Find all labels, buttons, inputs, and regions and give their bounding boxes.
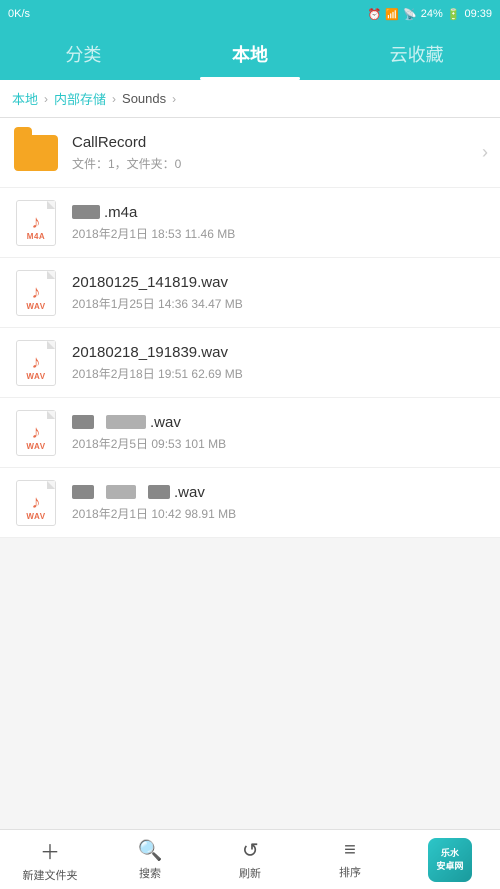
- bottom-bar: ＋ 新建文件夹 🔍 搜索 ↻ 刷新 ≡ 排序 乐水安卓网: [0, 829, 500, 889]
- file-name: .wav: [72, 414, 488, 431]
- file-meta: 2018年2月1日 10:42 98.91 MB: [72, 505, 488, 522]
- breadcrumb-sep-2: ›: [112, 92, 116, 106]
- audio-icon-wrap: ♪ WAV: [12, 409, 60, 457]
- file-list: CallRecord 文件：1，文件夹：0 › ♪ M4A .m4a 2018年…: [0, 118, 500, 829]
- file-info: 20180125_141819.wav 2018年1月25日 14:36 34.…: [72, 274, 488, 312]
- censored-block-c: [148, 485, 170, 499]
- file-meta: 2018年2月18日 19:51 62.69 MB: [72, 365, 488, 382]
- new-folder-button[interactable]: ＋ 新建文件夹: [0, 836, 100, 883]
- ext-label: WAV: [17, 512, 55, 521]
- search-label: 搜索: [139, 865, 161, 881]
- file-info: .wav 2018年2月1日 10:42 98.91 MB: [72, 484, 488, 522]
- audio-file-icon: ♪ WAV: [16, 410, 56, 456]
- audio-icon-wrap: ♪ M4A: [12, 199, 60, 247]
- new-folder-label: 新建文件夹: [23, 867, 78, 883]
- ext-label: WAV: [17, 372, 55, 381]
- breadcrumb-internal[interactable]: 内部存储: [54, 89, 106, 108]
- battery-icon: 🔋: [447, 8, 461, 21]
- sort-icon: ≡: [344, 839, 356, 862]
- music-note-icon: ♪: [32, 282, 41, 303]
- refresh-label: 刷新: [239, 865, 261, 881]
- breadcrumb-sounds: Sounds: [122, 91, 166, 106]
- corner-fold: [47, 341, 55, 349]
- censored-block-a: [72, 485, 94, 499]
- censored-block-1: [72, 415, 94, 429]
- audio-file-icon: ♪ WAV: [16, 340, 56, 386]
- tab-yunshoucang[interactable]: 云收藏: [333, 28, 500, 80]
- file-info: .wav 2018年2月5日 09:53 101 MB: [72, 414, 488, 452]
- file-info: .m4a 2018年2月1日 18:53 11.46 MB: [72, 204, 488, 242]
- file-meta: 文件：1，文件夹：0: [72, 155, 474, 172]
- ext-label: WAV: [17, 302, 55, 311]
- folder-icon-wrap: [12, 129, 60, 177]
- app-logo: 乐水安卓网: [428, 838, 472, 882]
- corner-fold: [47, 411, 55, 419]
- audio-icon-wrap: ♪ WAV: [12, 269, 60, 317]
- file-name: .wav: [72, 484, 488, 501]
- file-info: CallRecord 文件：1，文件夹：0: [72, 134, 474, 172]
- file-name-suffix: .wav: [174, 484, 205, 501]
- audio-file-icon: ♪ M4A: [16, 200, 56, 246]
- file-name-suffix: .wav: [150, 414, 181, 431]
- breadcrumb-local[interactable]: 本地: [12, 89, 38, 108]
- file-info: 20180218_191839.wav 2018年2月18日 19:51 62.…: [72, 344, 488, 382]
- sort-button[interactable]: ≡ 排序: [300, 839, 400, 880]
- status-left-text: 0K/s: [8, 8, 30, 20]
- sort-label: 排序: [339, 864, 361, 880]
- music-note-icon: ♪: [32, 352, 41, 373]
- list-item[interactable]: ♪ WAV 20180218_191839.wav 2018年2月18日 19:…: [0, 328, 500, 398]
- music-note-icon: ♪: [32, 492, 41, 513]
- music-note-icon: ♪: [32, 212, 41, 233]
- list-item[interactable]: ♪ WAV .wav 2018年2月1日 10:42 98.91 MB: [0, 468, 500, 538]
- refresh-button[interactable]: ↻ 刷新: [200, 838, 300, 881]
- breadcrumb-sep-1: ›: [44, 92, 48, 106]
- corner-fold: [47, 271, 55, 279]
- breadcrumb-sep-3: ›: [172, 92, 176, 106]
- signal-icon: 📡: [403, 8, 417, 21]
- censored-block: [72, 205, 100, 219]
- list-item[interactable]: CallRecord 文件：1，文件夹：0 ›: [0, 118, 500, 188]
- file-meta: 2018年1月25日 14:36 34.47 MB: [72, 295, 488, 312]
- audio-icon-wrap: ♪ WAV: [12, 339, 60, 387]
- tab-bendi[interactable]: 本地: [167, 28, 334, 80]
- file-name: 20180218_191839.wav: [72, 344, 488, 361]
- refresh-icon: ↻: [242, 838, 259, 863]
- censored-block-b: [106, 485, 136, 499]
- time-text: 09:39: [464, 8, 492, 20]
- ext-label: M4A: [17, 232, 55, 241]
- file-meta: 2018年2月5日 09:53 101 MB: [72, 435, 488, 452]
- top-nav: 分类 本地 云收藏: [0, 28, 500, 80]
- list-item[interactable]: ♪ WAV .wav 2018年2月5日 09:53 101 MB: [0, 398, 500, 468]
- wifi-icon: 📶: [385, 8, 399, 21]
- file-name: CallRecord: [72, 134, 474, 151]
- ext-label: WAV: [17, 442, 55, 451]
- file-name: .m4a: [72, 204, 488, 221]
- chevron-right-icon: ›: [482, 142, 488, 163]
- status-bar: 0K/s ⏰ 📶 📡 24% 🔋 09:39: [0, 0, 500, 28]
- battery-text: 24%: [421, 8, 443, 20]
- audio-file-icon: ♪ WAV: [16, 480, 56, 526]
- corner-fold: [47, 201, 55, 209]
- logo-text: 乐水安卓网: [436, 847, 463, 872]
- list-item[interactable]: ♪ M4A .m4a 2018年2月1日 18:53 11.46 MB: [0, 188, 500, 258]
- logo-button[interactable]: 乐水安卓网: [400, 838, 500, 882]
- status-icons: ⏰ 📶 📡 24% 🔋 09:39: [368, 8, 492, 21]
- breadcrumb: 本地 › 内部存储 › Sounds ›: [0, 80, 500, 118]
- tab-fenlei[interactable]: 分类: [0, 28, 167, 80]
- folder-icon: [14, 135, 58, 171]
- alarm-icon: ⏰: [368, 8, 382, 21]
- audio-file-icon: ♪ WAV: [16, 270, 56, 316]
- music-note-icon: ♪: [32, 422, 41, 443]
- search-icon: 🔍: [138, 838, 163, 863]
- censored-block-2: [106, 415, 146, 429]
- plus-icon: ＋: [40, 836, 60, 865]
- audio-icon-wrap: ♪ WAV: [12, 479, 60, 527]
- file-meta: 2018年2月1日 18:53 11.46 MB: [72, 225, 488, 242]
- corner-fold: [47, 481, 55, 489]
- search-button[interactable]: 🔍 搜索: [100, 838, 200, 881]
- file-name-suffix: .m4a: [104, 204, 137, 221]
- list-item[interactable]: ♪ WAV 20180125_141819.wav 2018年1月25日 14:…: [0, 258, 500, 328]
- file-name: 20180125_141819.wav: [72, 274, 488, 291]
